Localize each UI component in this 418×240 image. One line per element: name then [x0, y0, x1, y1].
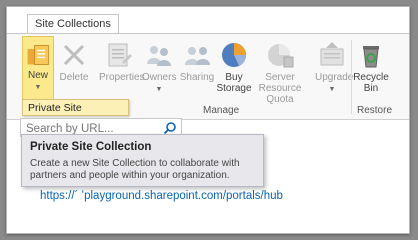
sharing-button[interactable]: Sharing [179, 36, 215, 102]
tooltip-title: Private Site Collection [30, 141, 152, 153]
group-label-manage: Manage [203, 105, 240, 116]
owners-button-label: Owners [142, 72, 177, 83]
recycle-bin-icon [363, 46, 379, 68]
buy-storage-button[interactable]: Buy Storage [216, 36, 252, 102]
chevron-down-icon: ▼ [155, 86, 163, 93]
owners-button[interactable]: Owners ▼ [142, 36, 176, 102]
tooltip: Private Site Collection Create a new Sit… [21, 134, 264, 187]
chevron-down-icon: ▼ [328, 86, 336, 93]
delete-button-label: Delete [59, 72, 89, 83]
group-label-restore: Restore [357, 105, 393, 116]
server-resource-quota-button-label: Server Resource Quota [258, 72, 302, 105]
tooltip-description: Create a new Site Collection to collabor… [30, 158, 240, 181]
new-button-label: New [27, 70, 48, 81]
ribbon-group-separator [351, 40, 352, 114]
delete-x-icon [63, 44, 85, 66]
properties-button[interactable]: Properties [99, 36, 145, 102]
search-icon[interactable] [163, 121, 177, 135]
chevron-down-icon: ▼ [34, 84, 42, 91]
delete-button[interactable]: Delete [59, 36, 89, 102]
server-resource-quota-icon [268, 44, 294, 68]
recycle-bin-button-label: Recycle Bin [353, 72, 389, 94]
ribbon-tab-strip: Site Collections [7, 7, 409, 34]
menu-item-private-site-collection[interactable]: Private Site Collection [22, 99, 129, 131]
properties-icon [108, 43, 132, 67]
recycle-bin-button[interactable]: Recycle Bin [353, 36, 389, 102]
tab-site-collections[interactable]: Site Collections [27, 14, 119, 34]
buy-storage-pie-icon [222, 43, 247, 67]
upgrade-icon [320, 42, 344, 66]
owners-icon [147, 46, 171, 66]
buy-storage-button-label: Buy Storage [216, 72, 252, 94]
upgrade-button[interactable]: Upgrade ▼ [315, 36, 353, 102]
site-url-link[interactable]: https://´ ʽplayground.sharepoint.com/por… [40, 190, 283, 202]
sharing-button-label: Sharing [179, 72, 215, 83]
new-button[interactable]: New ▼ [22, 36, 54, 104]
admin-panel: Site Collections New ▼ Delete Properties… [6, 6, 410, 234]
upgrade-button-label: Upgrade [315, 72, 354, 83]
server-resource-quota-button[interactable]: Server Resource Quota [248, 36, 312, 105]
new-site-icon [27, 45, 49, 65]
properties-button-label: Properties [99, 72, 145, 83]
sharing-icon [185, 47, 210, 65]
